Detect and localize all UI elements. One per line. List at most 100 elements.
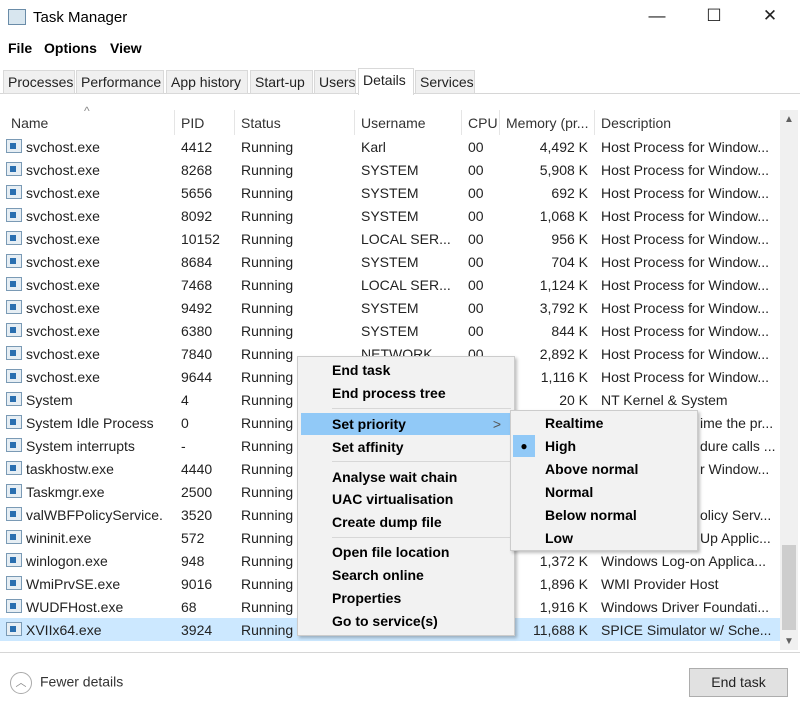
cell-name: XVIIx64.exe (26, 622, 102, 638)
table-row[interactable]: svchost.exe 8684 Running SYSTEM 00 704 K Host … (0, 250, 780, 273)
cell-name: WUDFHost.exe (26, 599, 124, 615)
menu-item-uac-virtualisation[interactable]: UAC virtualisation (298, 488, 514, 510)
cell-user: SYSTEM (361, 254, 419, 270)
process-icon (6, 599, 22, 613)
column-header-status[interactable]: Status (235, 110, 355, 135)
cell-cpu: 00 (468, 208, 484, 224)
cell-desc: Host Process for Window... (601, 185, 770, 201)
priority-low[interactable]: Low (511, 527, 697, 549)
minimize-button[interactable]: — (637, 6, 677, 30)
process-icon (6, 162, 22, 176)
cell-mem: 5,908 K (539, 162, 588, 178)
scrollbar-thumb[interactable] (782, 545, 796, 630)
cell-cpu: 00 (468, 231, 484, 247)
cell-desc: Host Process for Window... (601, 208, 770, 224)
cell-desc: dure calls ... (700, 438, 776, 454)
cell-user: SYSTEM (361, 323, 419, 339)
priority-normal[interactable]: Normal (511, 481, 697, 503)
cell-status: Running (241, 139, 294, 155)
vertical-scrollbar[interactable]: ▲ ▼ (780, 110, 798, 650)
cell-name: svchost.exe (26, 254, 100, 270)
priority-above-normal[interactable]: Above normal (511, 458, 697, 480)
priority-realtime[interactable]: Realtime (511, 412, 697, 434)
menu-view[interactable]: View (110, 40, 142, 56)
menu-item-end-task[interactable]: End task (298, 359, 514, 381)
table-row[interactable]: svchost.exe 7468 Running LOCAL SER... 00 1,12… (0, 273, 780, 296)
cell-name: WmiPrvSE.exe (26, 576, 121, 592)
maximize-button[interactable]: ☐ (694, 6, 734, 30)
tab-bar: Processes Performance App history Start-… (0, 68, 800, 95)
cell-mem: 704 K (551, 254, 588, 270)
cell-status: Running (241, 208, 294, 224)
menu-options[interactable]: Options (44, 40, 97, 56)
scroll-up-icon[interactable]: ▲ (780, 114, 798, 125)
cell-pid: 8684 (181, 254, 213, 270)
menu-item-set-affinity[interactable]: Set affinity (298, 436, 514, 458)
cell-name: svchost.exe (26, 323, 100, 339)
cell-name: svchost.exe (26, 185, 100, 201)
table-row[interactable]: svchost.exe 10152 Running LOCAL SER... 00 956… (0, 227, 780, 250)
menu-file[interactable]: File (8, 40, 32, 56)
cell-name: svchost.exe (26, 369, 100, 385)
cell-status: Running (241, 277, 294, 293)
tab-details[interactable]: Details (358, 68, 414, 95)
column-header-pid[interactable]: PID (175, 110, 235, 135)
cell-pid: 572 (181, 530, 205, 546)
process-icon (6, 300, 22, 314)
cell-status: Running (241, 323, 294, 339)
process-icon (6, 277, 22, 291)
priority-high[interactable]: ● High (511, 435, 697, 457)
menu-item-properties[interactable]: Properties (298, 587, 514, 609)
table-row[interactable]: svchost.exe 8268 Running SYSTEM 00 5,908 K Hos… (0, 158, 780, 181)
cell-desc: r Window... (700, 461, 770, 477)
sort-ascending-icon: ^ (84, 104, 90, 118)
column-header-cpu[interactable]: CPU (462, 110, 500, 135)
priority-high-label: High (545, 438, 577, 454)
cell-user: Karl (361, 139, 386, 155)
cell-pid: 9492 (181, 300, 213, 316)
cell-name: System interrupts (26, 438, 135, 454)
cell-mem: 3,792 K (539, 300, 588, 316)
cell-mem: 844 K (551, 323, 588, 339)
scroll-down-icon[interactable]: ▼ (780, 636, 798, 647)
cell-name: valWBFPolicyService. (26, 507, 163, 523)
close-button[interactable]: ✕ (750, 6, 790, 30)
cell-status: Running (241, 254, 294, 270)
cell-pid: 4412 (181, 139, 213, 155)
table-row[interactable]: svchost.exe 8092 Running SYSTEM 00 1,068 K Hos… (0, 204, 780, 227)
process-icon (6, 622, 22, 636)
column-header-description[interactable]: Description (595, 110, 780, 135)
cell-name: svchost.exe (26, 139, 100, 155)
menu-item-end-process-tree[interactable]: End process tree (298, 382, 514, 404)
cell-name: winlogon.exe (26, 553, 108, 569)
column-header-username[interactable]: Username (355, 110, 462, 135)
table-row[interactable]: svchost.exe 6380 Running SYSTEM 00 844 K Host … (0, 319, 780, 342)
cell-user: SYSTEM (361, 162, 419, 178)
table-row[interactable]: svchost.exe 4412 Running Karl 00 4,492 K Host … (0, 135, 780, 158)
cell-pid: 3924 (181, 622, 213, 638)
tab-start-up[interactable]: Start-up (250, 70, 313, 94)
menu-item-search-online[interactable]: Search online (298, 564, 514, 586)
priority-below-normal[interactable]: Below normal (511, 504, 697, 526)
cell-user: SYSTEM (361, 300, 419, 316)
column-header-memory[interactable]: Memory (pr... (500, 110, 595, 135)
menu-item-set-priority[interactable]: Set priority > (301, 413, 511, 435)
menu-item-analyse-wait-chain[interactable]: Analyse wait chain (298, 466, 514, 488)
cell-name: System (26, 392, 73, 408)
cell-desc: Windows Log-on Applica... (601, 553, 766, 569)
cell-name: svchost.exe (26, 208, 100, 224)
tab-processes[interactable]: Processes (3, 70, 75, 94)
tab-services[interactable]: Services (415, 70, 475, 94)
cell-mem: 1,124 K (539, 277, 588, 293)
table-row[interactable]: svchost.exe 5656 Running SYSTEM 00 692 K Host … (0, 181, 780, 204)
tab-performance[interactable]: Performance (76, 70, 164, 94)
end-task-button[interactable]: End task (689, 668, 788, 697)
table-row[interactable]: svchost.exe 9492 Running SYSTEM 00 3,792 K Hos… (0, 296, 780, 319)
tab-users[interactable]: Users (314, 70, 356, 94)
menu-item-go-to-services[interactable]: Go to service(s) (298, 610, 514, 632)
tab-app-history[interactable]: App history (166, 70, 248, 94)
fewer-details-button[interactable]: ︿ Fewer details (10, 672, 123, 694)
menu-item-create-dump-file[interactable]: Create dump file (298, 511, 514, 533)
menu-item-open-file-location[interactable]: Open file location (298, 541, 514, 563)
cell-desc: Windows Driver Foundati... (601, 599, 770, 615)
